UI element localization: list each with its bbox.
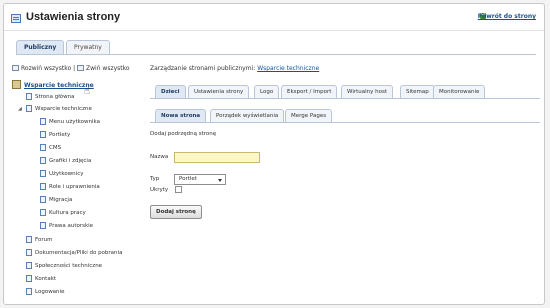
page-settings-icon xyxy=(11,14,21,23)
manage-pages-caption: Zarządzanie stronami publicznymi: Wsparc… xyxy=(150,65,319,72)
tree-item[interactable]: Migracja xyxy=(40,195,72,205)
tree-item-label[interactable]: Migracja xyxy=(49,197,72,203)
tree-item-label[interactable]: Kontakt xyxy=(35,276,56,282)
page-icon xyxy=(26,93,32,100)
tab-export-import[interactable]: Eksport / Import xyxy=(281,85,338,98)
tree-item-label[interactable]: Grafiki i zdjęcia xyxy=(49,158,91,164)
tree-item[interactable]: Menu użytkownika xyxy=(40,117,100,127)
page-icon xyxy=(40,131,46,138)
expand-all-link[interactable]: Rozwiń wszystko xyxy=(21,65,71,72)
page-icon xyxy=(26,249,32,256)
type-label: Typ xyxy=(150,176,160,182)
name-field[interactable] xyxy=(174,152,260,163)
tree-item[interactable]: Prawa autorskie xyxy=(40,221,93,231)
tab-page-settings[interactable]: Ustawienia strony xyxy=(188,85,250,98)
tree-item-label[interactable]: Dokumentacja/Pliki do pobrania xyxy=(35,250,122,256)
collapse-all-link[interactable]: Zwiń wszystko xyxy=(86,65,130,72)
page-icon xyxy=(26,262,32,269)
page-icon xyxy=(40,157,46,164)
tab-sitemap[interactable]: Sitemap xyxy=(400,85,435,98)
page-icon xyxy=(40,118,46,125)
tree-item[interactable]: Społeczności techniczne xyxy=(26,261,102,271)
tab-logo[interactable]: Logo xyxy=(254,85,280,98)
expand-icon[interactable] xyxy=(12,65,19,71)
tab-new-page[interactable]: Nowa strona xyxy=(155,109,207,122)
form-heading: Dodaj podrzędną stronę xyxy=(150,131,217,137)
page-icon xyxy=(26,236,32,243)
collapse-toggle-icon[interactable]: ◢ xyxy=(18,104,22,114)
tree-tools: Rozwiń wszystko | Zwiń wszystko xyxy=(12,65,130,72)
tree-item[interactable]: Forum xyxy=(26,235,52,245)
tree-tools-separator: | xyxy=(73,65,76,72)
tree-item[interactable]: ◢ Wsparcie techniczne xyxy=(18,104,92,114)
tab-merge-pages[interactable]: Merge Pages xyxy=(285,109,333,122)
page-title: Ustawienia strony xyxy=(26,11,121,23)
cursor-hand-icon: ☝ xyxy=(84,86,91,97)
back-to-page-link[interactable]: Powrót do strony xyxy=(478,13,536,20)
hidden-label: Ukryty xyxy=(150,187,169,193)
page-type-tabs: Publiczny Prywatny xyxy=(16,40,536,55)
page-icon xyxy=(40,183,46,190)
tree-item-label[interactable]: Kultura pracy xyxy=(49,210,86,216)
type-select-value: Portlet xyxy=(179,176,197,182)
page-icon xyxy=(40,170,46,177)
sub-tabs: Nowa strona Porządek wyświetlania Merge … xyxy=(150,109,540,123)
tab-virtual-host[interactable]: Wirtualny host xyxy=(341,85,394,98)
tree-item-label[interactable]: Menu użytkownika xyxy=(49,119,100,125)
tree-item-label[interactable]: Społeczności techniczne xyxy=(35,263,102,269)
hidden-checkbox[interactable] xyxy=(175,186,182,193)
tree-item[interactable]: Strona główna xyxy=(26,92,75,102)
add-page-button[interactable]: Dodaj stronę xyxy=(150,205,202,219)
name-label: Nazwa xyxy=(150,154,169,160)
main-tabs: Dzieci Ustawienia strony Logo Eksport / … xyxy=(150,85,540,99)
page-header: Ustawienia strony Powrót do strony xyxy=(4,4,544,31)
manage-prefix: Zarządzanie stronami publicznymi: xyxy=(150,65,256,72)
tree-item[interactable]: Logowanie xyxy=(26,287,64,297)
page-icon xyxy=(40,222,46,229)
tree-item-label[interactable]: Wsparcie techniczne xyxy=(35,106,92,112)
manage-site-link[interactable]: Wsparcie techniczne xyxy=(257,65,319,72)
tree-item-label[interactable]: Role i uprawnienia xyxy=(49,184,100,190)
page-icon xyxy=(26,275,32,282)
root-site-icon xyxy=(12,80,21,89)
tree-root[interactable]: Wsparcie techniczne xyxy=(12,80,94,90)
tree-item-label[interactable]: CMS xyxy=(49,145,61,151)
tab-public[interactable]: Publiczny xyxy=(16,40,65,54)
tree-item-label[interactable]: Prawa autorskie xyxy=(49,223,93,229)
collapse-icon[interactable] xyxy=(77,65,85,71)
tree-item-label[interactable]: Forum xyxy=(35,237,52,243)
type-select[interactable]: Portlet xyxy=(174,174,226,185)
tree-item[interactable]: Kultura pracy xyxy=(40,208,86,218)
tab-children[interactable]: Dzieci xyxy=(155,85,186,98)
page-icon xyxy=(26,105,32,112)
page-window: Ustawienia strony Powrót do strony Publi… xyxy=(3,3,545,305)
tree-item[interactable]: Grafiki i zdjęcia xyxy=(40,156,91,166)
tree-item-label[interactable]: Portlety xyxy=(49,132,70,138)
tree-item[interactable]: Kontakt xyxy=(26,274,56,284)
tab-display-order[interactable]: Porządek wyświetlania xyxy=(210,109,285,122)
page-icon xyxy=(40,209,46,216)
tree-item[interactable]: Role i uprawnienia xyxy=(40,182,100,192)
tab-monitoring[interactable]: Monitorowanie xyxy=(433,85,486,98)
tree-item[interactable]: CMS xyxy=(40,143,61,153)
page-icon xyxy=(40,196,46,203)
page-icon xyxy=(26,288,32,295)
tab-private[interactable]: Prywatny xyxy=(66,40,110,54)
tree-item[interactable]: Dokumentacja/Pliki do pobrania xyxy=(26,248,122,258)
chevron-down-icon xyxy=(218,179,222,182)
tree-item[interactable]: Portlety xyxy=(40,130,70,140)
page-icon xyxy=(40,144,46,151)
tree-item-label[interactable]: Logowanie xyxy=(35,289,64,295)
tree-item-label[interactable]: Strona główna xyxy=(35,94,75,100)
tree-item[interactable]: Użytkownicy xyxy=(40,169,83,179)
tree-item-label[interactable]: Użytkownicy xyxy=(49,171,83,177)
